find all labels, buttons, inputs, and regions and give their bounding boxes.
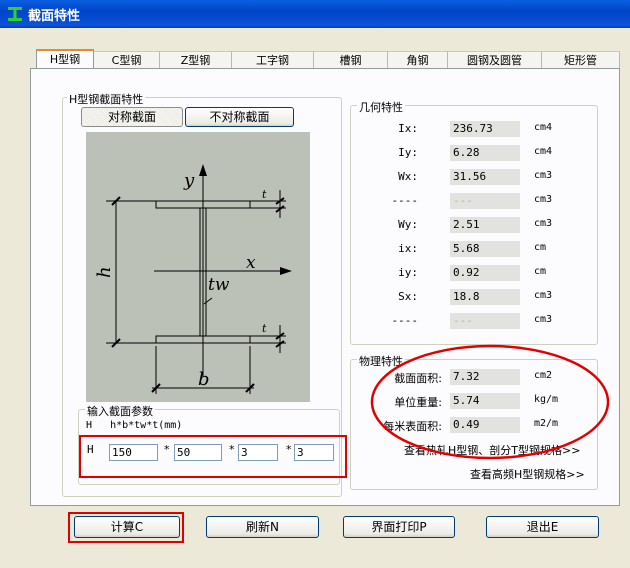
geometry-value: 6.28 <box>450 145 520 161</box>
geometry-value: 31.56 <box>450 169 520 185</box>
physical-highlight-ellipse <box>370 344 610 460</box>
input-highlight-box <box>79 435 347 478</box>
geometry-unit: cm3 <box>534 194 553 205</box>
geometry-unit: cm <box>534 242 547 253</box>
tab-rect-tube[interactable]: 矩形管 <box>542 51 620 69</box>
geometry-label: Wy: <box>398 218 418 231</box>
geometry-label: ---- <box>391 314 419 327</box>
geometry-unit: cm4 <box>534 146 553 157</box>
tab-label: Z型钢 <box>180 54 211 67</box>
exit-button[interactable]: 退出E <box>486 516 599 538</box>
input-group-title: 输入截面参数 <box>85 403 155 419</box>
tab-i-beam[interactable]: 工字钢 <box>232 51 314 69</box>
geometry-value: 18.8 <box>450 289 520 305</box>
x-axis-label: x <box>246 253 256 273</box>
geometry-value: --- <box>450 313 520 329</box>
tab-round[interactable]: 圆钢及圆管 <box>448 51 542 69</box>
tab-label: 圆钢及圆管 <box>467 54 522 67</box>
diagram-background <box>86 132 310 402</box>
geometry-unit: cm3 <box>534 290 553 301</box>
calculate-highlight-box <box>68 512 184 543</box>
t-label-bottom: t <box>262 322 267 335</box>
refresh-button[interactable]: 刷新N <box>206 516 319 538</box>
geometry-label: ---- <box>391 194 419 207</box>
h-label: h <box>94 266 115 278</box>
title-bar: 截面特性 <box>0 0 630 28</box>
geometry-unit: cm <box>534 266 547 277</box>
i-beam-icon <box>8 7 22 21</box>
tab-label: 槽钢 <box>339 54 362 67</box>
window-title: 截面特性 <box>28 9 81 24</box>
asymmetric-button[interactable]: 不对称截面 <box>185 107 294 127</box>
high-freq-spec-link[interactable]: 查看高频H型钢规格>> <box>470 466 585 482</box>
geometry-label: Iy: <box>398 146 418 159</box>
y-axis-label: y <box>183 170 195 191</box>
geometry-unit: cm3 <box>534 170 553 181</box>
tw-label: tw <box>208 275 230 295</box>
geometry-value: 236.73 <box>450 121 520 137</box>
geometry-label: Sx: <box>398 290 418 303</box>
tab-channel[interactable]: 槽钢 <box>314 51 388 69</box>
geometry-unit: cm3 <box>534 218 553 229</box>
symmetric-button[interactable]: 对称截面 <box>81 107 183 127</box>
tab-c-steel[interactable]: C型钢 <box>94 51 160 69</box>
tab-label: 角钢 <box>406 54 429 67</box>
tab-z-steel[interactable]: Z型钢 <box>160 51 232 69</box>
geometry-label: ix: <box>398 242 418 255</box>
geometry-label: Wx: <box>398 170 418 183</box>
tab-label: 矩形管 <box>564 54 597 67</box>
b-label: b <box>198 369 210 390</box>
geometry-unit: cm3 <box>534 314 553 325</box>
input-formula: H h*b*tw*t(mm) <box>86 420 183 431</box>
geometry-label: Ix: <box>398 122 418 135</box>
tab-angle[interactable]: 角钢 <box>388 51 448 69</box>
geometry-value: 5.68 <box>450 241 520 257</box>
geometry-label: iy: <box>398 266 418 279</box>
geometry-value: 2.51 <box>450 217 520 233</box>
section-diagram: y x tw h b t t <box>86 132 310 402</box>
t-label-top: t <box>262 188 267 201</box>
section-group-title: H型钢截面特性 <box>67 91 146 107</box>
print-button[interactable]: 界面打印P <box>343 516 455 538</box>
tab-label: H型钢 <box>49 53 81 66</box>
tab-label: C型钢 <box>111 54 142 67</box>
tab-label: 工字钢 <box>256 54 289 67</box>
geometry-unit: cm4 <box>534 122 553 133</box>
geometry-value: 0.92 <box>450 265 520 281</box>
geometry-value: --- <box>450 193 520 209</box>
tab-h-steel[interactable]: H型钢 <box>36 49 94 70</box>
geometry-group-title: 几何特性 <box>357 99 405 115</box>
